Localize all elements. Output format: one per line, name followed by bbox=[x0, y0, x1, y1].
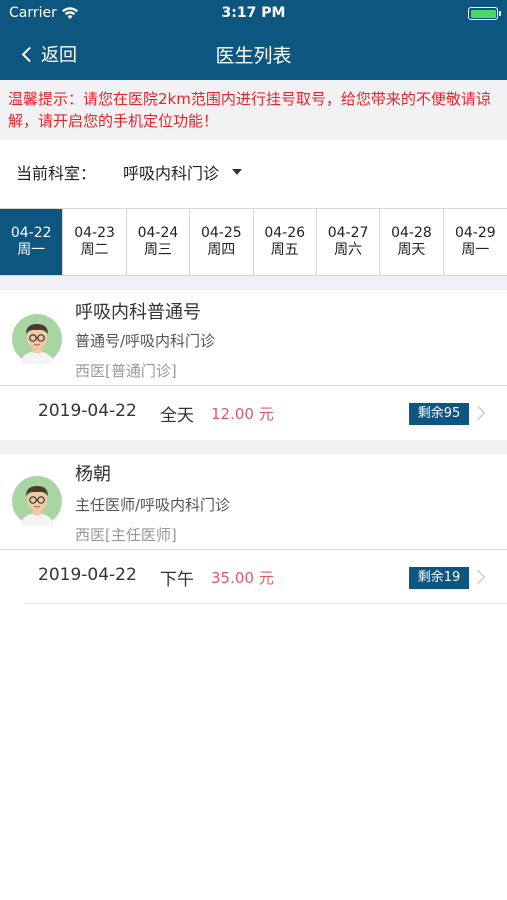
date-tab[interactable]: 04-26 周五 bbox=[254, 209, 317, 275]
date-tab-date: 04-23 bbox=[74, 225, 115, 241]
doctor-name: 杨朝 bbox=[75, 464, 111, 485]
date-tab-date: 04-28 bbox=[391, 225, 432, 241]
slot-date: 2019-04-22 bbox=[38, 401, 137, 421]
section-gap bbox=[0, 276, 507, 290]
date-tab-date: 04-29 bbox=[454, 225, 496, 241]
caret-down-icon bbox=[232, 169, 243, 175]
schedule-slot[interactable]: 2019-04-22 下午 35.00 元 剩余19 bbox=[0, 550, 507, 604]
app-header: Carrier 3:17 PM 返回 医生列表 bbox=[0, 0, 507, 80]
doctor-type: 西医[普通门诊] bbox=[75, 362, 177, 380]
page-title: 医生列表 bbox=[215, 45, 292, 67]
location-notice: 温馨提示：请您在医院2km范围内进行挂号取号，给您带来的不便敬请谅解，请开启您的… bbox=[0, 80, 507, 140]
date-tab-weekday: 周五 bbox=[270, 242, 299, 258]
slot-fee: 35.00 元 bbox=[211, 569, 274, 587]
status-time: 3:17 PM bbox=[221, 5, 286, 21]
date-tab[interactable]: 04-23 周二 bbox=[63, 209, 127, 275]
date-tab-date: 04-22 bbox=[10, 225, 52, 241]
date-tab-date: 04-26 bbox=[264, 225, 306, 241]
remaining-badge: 剩余19 bbox=[409, 567, 469, 589]
date-tab-weekday: 周二 bbox=[80, 242, 109, 258]
date-tabs: 04-22 周一 04-23 周二 04-24 周三 04-25 周四 04-26 周五 … bbox=[0, 208, 507, 276]
remaining-badge: 剩余95 bbox=[409, 403, 469, 425]
slot-fee: 12.00 元 bbox=[211, 405, 274, 423]
date-tab[interactable]: 04-29 周一 bbox=[444, 209, 507, 275]
slot-date: 2019-04-22 bbox=[38, 565, 137, 585]
divider bbox=[25, 603, 507, 604]
doctor-name: 呼吸内科普通号 bbox=[75, 302, 201, 323]
battery-icon bbox=[468, 7, 501, 20]
date-tab[interactable]: 04-24 周三 bbox=[127, 209, 191, 275]
doctor-avatar-icon bbox=[12, 476, 62, 526]
department-value: 呼吸内科门诊 bbox=[123, 164, 220, 183]
doctor-title: 普通号/呼吸内科门诊 bbox=[75, 332, 216, 350]
date-tab-date: 04-25 bbox=[200, 225, 242, 241]
nav-bar: 返回 医生列表 bbox=[0, 28, 507, 80]
date-tab-date: 04-24 bbox=[137, 225, 179, 241]
date-tab-weekday: 周四 bbox=[207, 242, 236, 258]
chevron-right-icon bbox=[470, 569, 486, 585]
section-gap bbox=[0, 440, 507, 454]
date-tab[interactable]: 04-27 周六 bbox=[317, 209, 381, 275]
chevron-right-icon bbox=[470, 405, 486, 421]
slot-period: 下午 bbox=[160, 570, 194, 590]
date-tab[interactable]: 04-28 周天 bbox=[380, 209, 444, 275]
date-tab-weekday: 周一 bbox=[461, 242, 490, 258]
doctor-card[interactable]: 杨朝 主任医师/呼吸内科门诊 西医[主任医师] bbox=[0, 454, 507, 550]
doctor-avatar-icon bbox=[12, 314, 62, 364]
schedule-slot[interactable]: 2019-04-22 全天 12.00 元 剩余95 bbox=[0, 386, 507, 440]
department-select[interactable]: 呼吸内科门诊 bbox=[123, 160, 243, 184]
date-tab[interactable]: 04-22 周一 bbox=[0, 209, 64, 275]
date-tab-weekday: 周一 bbox=[17, 242, 46, 258]
status-bar: Carrier 3:17 PM bbox=[0, 0, 507, 28]
date-tab-weekday: 周三 bbox=[143, 242, 172, 258]
doctor-card[interactable]: 呼吸内科普通号 普通号/呼吸内科门诊 西医[普通门诊] bbox=[0, 290, 507, 386]
date-tab-weekday: 周六 bbox=[334, 242, 363, 258]
date-tab[interactable]: 04-25 周四 bbox=[190, 209, 254, 275]
slot-period: 全天 bbox=[160, 406, 194, 426]
department-label: 当前科室： bbox=[16, 164, 97, 183]
doctor-title: 主任医师/呼吸内科门诊 bbox=[75, 496, 231, 514]
doctor-type: 西医[主任医师] bbox=[75, 526, 177, 544]
department-row: 当前科室： 呼吸内科门诊 bbox=[0, 140, 507, 208]
date-tab-weekday: 周天 bbox=[397, 242, 426, 258]
date-tab-date: 04-27 bbox=[327, 225, 369, 241]
